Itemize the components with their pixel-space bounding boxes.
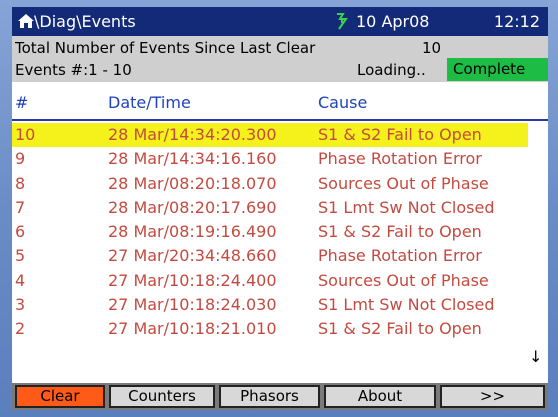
breadcrumb-path: \Diag\Events: [34, 12, 136, 31]
softkey-bar: Clear Counters Phasors About >>: [12, 383, 548, 410]
table-row[interactable]: 7 28 Mar/08:20:17.690 S1 Lmt Sw Not Clos…: [12, 196, 548, 220]
event-number: 2: [15, 319, 26, 339]
event-number: 9: [15, 149, 26, 169]
event-cause: Sources Out of Phase: [318, 270, 489, 290]
events-range: Events #:1 - 10: [15, 61, 132, 79]
table-row[interactable]: 6 28 Mar/08:19:16.490 S1 & S2 Fail to Op…: [12, 220, 548, 244]
event-number: 7: [15, 197, 26, 217]
event-cause: S1 & S2 Fail to Open: [318, 319, 482, 339]
event-cause: S1 Lmt Sw Not Closed: [318, 197, 495, 217]
total-events-label: Total Number of Events Since Last Clear: [15, 39, 316, 57]
event-datetime: 27 Mar/10:18:21.010: [108, 319, 277, 339]
events-table: 10 28 Mar/14:34:20.300 S1 & S2 Fail to O…: [12, 123, 548, 369]
title-bar: \Diag\Events 10 Apr08 12:12: [12, 7, 548, 36]
table-row[interactable]: 10 28 Mar/14:34:20.300 S1 & S2 Fail to O…: [12, 123, 528, 148]
event-cause: S1 Lmt Sw Not Closed: [318, 295, 495, 315]
table-row[interactable]: 9 28 Mar/14:34:16.160 Phase Rotation Err…: [12, 147, 548, 171]
event-datetime: 27 Mar/20:34:48.660: [108, 246, 277, 266]
scroll-down-icon[interactable]: ↓: [529, 347, 542, 366]
event-cause: S1 & S2 Fail to Open: [318, 125, 482, 144]
table-row[interactable]: 3 27 Mar/10:18:24.030 S1 Lmt Sw Not Clos…: [12, 293, 548, 317]
event-number: 3: [15, 295, 26, 315]
event-number: 4: [15, 270, 26, 290]
event-number: 8: [15, 173, 26, 193]
status-badge: Complete: [447, 58, 548, 81]
current-time: 12:12: [493, 12, 540, 31]
home-icon[interactable]: [17, 12, 35, 30]
counters-button[interactable]: Counters: [109, 385, 215, 408]
event-number: 6: [15, 222, 26, 242]
event-cause: S1 & S2 Fail to Open: [318, 222, 482, 242]
column-header-datetime: Date/Time: [108, 93, 191, 112]
event-cause: Phase Rotation Error: [318, 246, 482, 266]
event-number: 5: [15, 246, 26, 266]
event-datetime: 28 Mar/08:19:16.490: [108, 222, 277, 242]
header-divider: [12, 119, 548, 121]
column-header-number: #: [15, 93, 29, 112]
table-row[interactable]: 8 28 Mar/08:20:18.070 Sources Out of Pha…: [12, 172, 548, 196]
table-row[interactable]: 5 27 Mar/20:34:48.660 Phase Rotation Err…: [12, 244, 548, 268]
current-date: 10 Apr08: [356, 12, 430, 31]
event-number: 10: [15, 125, 36, 144]
phasors-button[interactable]: Phasors: [219, 385, 320, 408]
table-row[interactable]: 4 27 Mar/10:18:24.400 Sources Out of Pha…: [12, 269, 548, 293]
column-header-cause: Cause: [318, 93, 368, 112]
events-summary: Total Number of Events Since Last Clear …: [12, 36, 548, 82]
event-cause: Sources Out of Phase: [318, 173, 489, 193]
signal-icon: [337, 13, 348, 30]
event-datetime: 28 Mar/08:20:17.690: [108, 197, 277, 217]
more-button[interactable]: >>: [440, 385, 545, 408]
total-events-value: 10: [422, 39, 442, 57]
about-button[interactable]: About: [324, 385, 436, 408]
event-datetime: 28 Mar/08:20:18.070: [108, 173, 277, 193]
event-datetime: 28 Mar/14:34:20.300: [108, 125, 277, 144]
event-datetime: 28 Mar/14:34:16.160: [108, 149, 277, 169]
event-datetime: 27 Mar/10:18:24.400: [108, 270, 277, 290]
table-header: # Date/Time Cause: [12, 84, 548, 119]
display-screen: \Diag\Events 10 Apr08 12:12 Total Number…: [12, 7, 548, 410]
loading-label: Loading..: [357, 61, 426, 79]
clear-button[interactable]: Clear: [15, 385, 105, 408]
event-cause: Phase Rotation Error: [318, 149, 482, 169]
table-row[interactable]: 2 27 Mar/10:18:21.010 S1 & S2 Fail to Op…: [12, 317, 548, 341]
event-datetime: 27 Mar/10:18:24.030: [108, 295, 277, 315]
